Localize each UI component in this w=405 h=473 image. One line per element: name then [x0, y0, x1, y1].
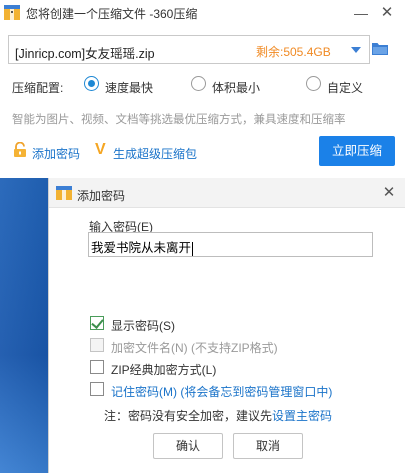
cancel-button[interactable]: 取消	[233, 433, 303, 459]
archive-app-icon	[56, 186, 72, 200]
text-caret	[192, 241, 194, 256]
minimize-button[interactable]: —	[350, 2, 372, 24]
password-input-value: 我爱书院从未离开	[91, 241, 192, 255]
zip-classic-encryption-label[interactable]: ZIP经典加密方式(L)	[111, 361, 216, 378]
remember-password-checkbox[interactable]	[90, 382, 104, 396]
add-password-link[interactable]: 添加密码	[32, 145, 80, 162]
show-password-label[interactable]: 显示密码(S)	[111, 317, 175, 334]
compression-config-label: 压缩配置:	[12, 81, 64, 95]
set-master-password-link[interactable]: 设置主密码	[272, 409, 332, 423]
super-package-link[interactable]: 生成超级压缩包	[113, 145, 197, 162]
encrypt-filenames-checkbox	[90, 338, 104, 352]
main-close-button[interactable]: ✕	[376, 2, 398, 24]
lock-icon[interactable]	[13, 142, 27, 158]
radio-custom-label[interactable]: 自定义	[327, 79, 363, 96]
radio-custom[interactable]	[306, 76, 321, 91]
smart-compression-hint: 智能为图片、视频、文档等挑选最优压缩方式，兼具速度和压缩率	[12, 114, 346, 126]
chevron-down-icon[interactable]	[351, 47, 361, 53]
password-input[interactable]: 我爱书院从未离开	[88, 232, 373, 257]
encrypt-filenames-label: 加密文件名(N) (不支持ZIP格式)	[111, 341, 278, 355]
main-window-title: 您将创建一个压缩文件 -360压缩	[26, 7, 198, 21]
radio-smallest[interactable]	[191, 76, 206, 91]
compress-now-button[interactable]: 立即压缩	[319, 136, 395, 166]
dialog-title: 添加密码	[77, 189, 126, 203]
remember-password-label[interactable]: 记住密码(M) (将会备忘到密码管理窗口中)	[111, 383, 332, 400]
free-space-label: 剩余:505.4GB	[256, 45, 331, 59]
desktop-background	[0, 178, 48, 473]
dialog-close-button[interactable]: ✕	[378, 182, 400, 204]
security-note: 注：密码没有安全加密，建议先设置主密码	[104, 407, 332, 424]
confirm-button[interactable]: 确认	[153, 433, 223, 459]
security-note-text: 注：密码没有安全加密，建议先	[104, 409, 273, 423]
archive-app-icon	[4, 5, 20, 20]
radio-fastest[interactable]	[84, 76, 99, 91]
folder-icon[interactable]	[372, 42, 388, 56]
radio-smallest-label[interactable]: 体积最小	[212, 79, 260, 96]
archive-path-value: [Jinricp.com]女友瑶瑶.zip	[15, 47, 155, 61]
zip-classic-encryption-checkbox[interactable]	[90, 360, 104, 374]
add-password-dialog: 添加密码 ✕ 输入密码(E) 我爱书院从未离开 显示密码(S) 加密文件名(N)…	[48, 178, 405, 473]
radio-fastest-label[interactable]: 速度最快	[105, 79, 153, 96]
super-v-icon: V	[95, 141, 106, 158]
dialog-titlebar: 添加密码 ✕	[49, 178, 405, 208]
main-titlebar: 您将创建一个压缩文件 -360压缩 — ✕	[0, 0, 405, 26]
archive-path-field[interactable]: [Jinricp.com]女友瑶瑶.zip 剩余:505.4GB	[8, 35, 370, 64]
show-password-checkbox[interactable]	[90, 316, 104, 330]
